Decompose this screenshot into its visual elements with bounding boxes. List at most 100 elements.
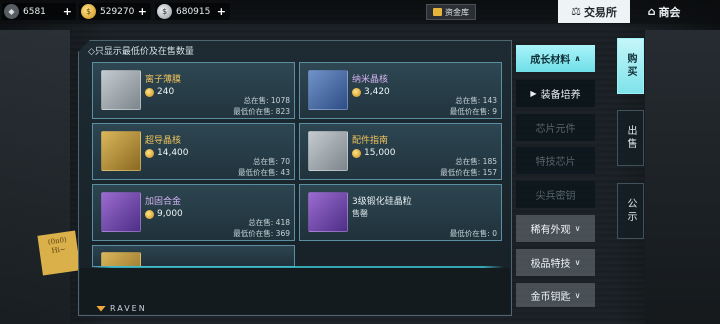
add-currency-silver-coin-button[interactable]: + xyxy=(217,5,226,18)
item-lowest-on-sale: 最低价在售: 43 xyxy=(238,167,290,178)
item-low-value: 43 xyxy=(280,168,290,177)
item-thumbnail xyxy=(101,252,141,266)
chevron-up-icon: ∧ xyxy=(574,54,581,63)
add-currency-silver-button[interactable]: + xyxy=(63,5,72,18)
category-growth-materials[interactable]: 成长材料 ∧ xyxy=(516,45,595,72)
item-lowest-on-sale: 最低价在售: 9 xyxy=(450,106,497,117)
item-low-value: 9 xyxy=(492,107,497,116)
scale-icon: ⚖ xyxy=(571,5,581,18)
item-thumbnail xyxy=(101,131,141,171)
item-price: 9,000 xyxy=(145,209,183,219)
chevron-down-icon: ∨ xyxy=(574,224,581,233)
item-low-label: 最低价在售: xyxy=(440,168,481,177)
tab-sell[interactable]: 出售 xyxy=(617,110,644,166)
item-low-label: 最低价在售: xyxy=(233,107,274,116)
tab-notice[interactable]: 公示 xyxy=(617,183,644,239)
item-total-value: 1078 xyxy=(270,96,290,105)
item-sold-out-status: 售罄 xyxy=(352,209,368,218)
currency-gold-value: 529270 xyxy=(100,6,135,17)
currency-silver-coin-counter: $ 680915 + xyxy=(155,3,230,20)
subcategory-label: 尖兵密钥 xyxy=(535,191,576,202)
item-thumbnail xyxy=(308,131,348,171)
item-price-value: 240 xyxy=(157,87,175,97)
item-price: 15,000 xyxy=(352,148,396,158)
category-label: 成长材料 xyxy=(530,55,571,66)
tab-sell-label: 出售 xyxy=(625,125,636,151)
token-icon: ◆ xyxy=(4,4,19,19)
item-card-nano-crystal[interactable]: 纳米晶核 3,420 总在售: 143 最低价在售: 9 xyxy=(299,62,502,119)
item-price: 3,420 xyxy=(352,87,390,97)
item-low-value: 157 xyxy=(482,168,497,177)
item-card-parts-guide[interactable]: 配件指南 15,000 总在售: 185 最低价在售: 157 xyxy=(299,123,502,180)
category-label: 极品特技 xyxy=(530,259,571,270)
item-price-value: 9,000 xyxy=(157,209,183,219)
category-premium-skills[interactable]: 极品特技 ∨ xyxy=(516,249,595,276)
nav-guild-tab[interactable]: ⌂ 商会 xyxy=(634,0,694,23)
category-gold-keys[interactable]: 金币钥匙 ∨ xyxy=(516,283,595,307)
tab-notice-label: 公示 xyxy=(625,198,636,224)
item-name: 3级锻化硅晶粒 xyxy=(352,197,412,207)
item-total-label: 总在售: xyxy=(253,157,279,166)
panel-header: ◇只显示最低价及在售数量 xyxy=(88,47,194,57)
item-name: 加固合金 xyxy=(145,197,182,207)
subcategory-special-chips[interactable]: 特技芯片 xyxy=(516,147,595,174)
nav-exchange-tab[interactable]: ⚖ 交易所 xyxy=(558,0,630,23)
item-low-value: 823 xyxy=(275,107,290,116)
item-card-reinforced-alloy[interactable]: 加固合金 9,000 总在售: 418 最低价在售: 369 xyxy=(92,184,295,241)
top-bar: ◆ 6581 + $ 529270 + $ 680915 + 资金库 ⚖ 交易所… xyxy=(0,0,720,24)
item-total-label: 总在售: xyxy=(243,96,269,105)
item-name: 纳米晶核 xyxy=(352,75,389,85)
vault-button[interactable]: 资金库 xyxy=(426,4,476,20)
item-total-on-sale: 总在售: 1078 xyxy=(243,95,290,106)
item-price-value: 15,000 xyxy=(364,148,396,158)
sticky-note: (0n0) Hi~ xyxy=(37,230,81,276)
item-price-value: 3,420 xyxy=(364,87,390,97)
item-total-value: 185 xyxy=(482,157,497,166)
subcategory-weapon-keys[interactable]: 尖兵密钥 xyxy=(516,181,595,208)
subcategory-chip-components[interactable]: 芯片元件 xyxy=(516,114,595,141)
item-name: 超导晶核 xyxy=(145,136,182,146)
tab-buy-label: 购买 xyxy=(625,53,636,79)
item-total-value: 70 xyxy=(280,157,290,166)
panel-divider xyxy=(90,266,504,268)
item-total-label: 总在售: xyxy=(455,157,481,166)
gold-coin-icon xyxy=(145,209,154,219)
item-total-on-sale: 总在售: 418 xyxy=(248,217,290,228)
currency-gold-counter: $ 529270 + xyxy=(79,3,151,20)
item-lowest-on-sale: 最低价在售: 369 xyxy=(233,228,290,239)
item-card-superconductor-crystal[interactable]: 超导晶核 14,400 总在售: 70 最低价在售: 43 xyxy=(92,123,295,180)
item-card-silicon-grain[interactable]: 3级锻化硅晶粒 售罄 最低价在售: 0 xyxy=(299,184,502,241)
currency-silver-coin-value: 680915 xyxy=(176,6,211,17)
silver-coin-icon: $ xyxy=(157,4,172,19)
subcategory-equipment-training[interactable]: ▶ 装备培养 xyxy=(516,80,595,107)
subcategory-label: 装备培养 xyxy=(540,90,581,101)
item-total-on-sale: 总在售: 143 xyxy=(455,95,497,106)
item-name: 离子薄膜 xyxy=(145,75,182,85)
item-total-label: 总在售: xyxy=(248,218,274,227)
chevron-down-icon: ∨ xyxy=(574,258,581,267)
item-total-value: 143 xyxy=(482,96,497,105)
item-total-on-sale: 总在售: 70 xyxy=(253,156,290,167)
gold-coin-icon xyxy=(352,148,361,158)
item-price-value: 14,400 xyxy=(157,148,189,158)
item-thumbnail xyxy=(308,70,348,110)
gold-coin-icon xyxy=(145,148,154,158)
item-price: 14,400 xyxy=(145,148,189,158)
item-low-value: 0 xyxy=(492,229,497,238)
item-total-label: 总在售: xyxy=(455,96,481,105)
item-thumbnail xyxy=(308,192,348,232)
background-right-scenery xyxy=(645,30,720,324)
play-arrow-icon: ▶ xyxy=(530,89,537,98)
item-card-ion-film[interactable]: 离子薄膜 240 总在售: 1078 最低价在售: 823 xyxy=(92,62,295,119)
item-low-label: 最低价在售: xyxy=(449,229,490,238)
tab-buy[interactable]: 购买 xyxy=(617,38,644,94)
add-currency-gold-button[interactable]: + xyxy=(138,5,147,18)
home-icon: ⌂ xyxy=(647,5,656,18)
item-thumbnail xyxy=(101,70,141,110)
subcategory-label: 芯片元件 xyxy=(535,124,576,135)
item-total-on-sale: 总在售: 185 xyxy=(455,156,497,167)
item-price: 240 xyxy=(145,87,174,97)
item-card-partial[interactable] xyxy=(92,245,295,267)
nav-exchange-label: 交易所 xyxy=(583,5,617,19)
category-rare-appearance[interactable]: 稀有外观 ∨ xyxy=(516,215,595,242)
